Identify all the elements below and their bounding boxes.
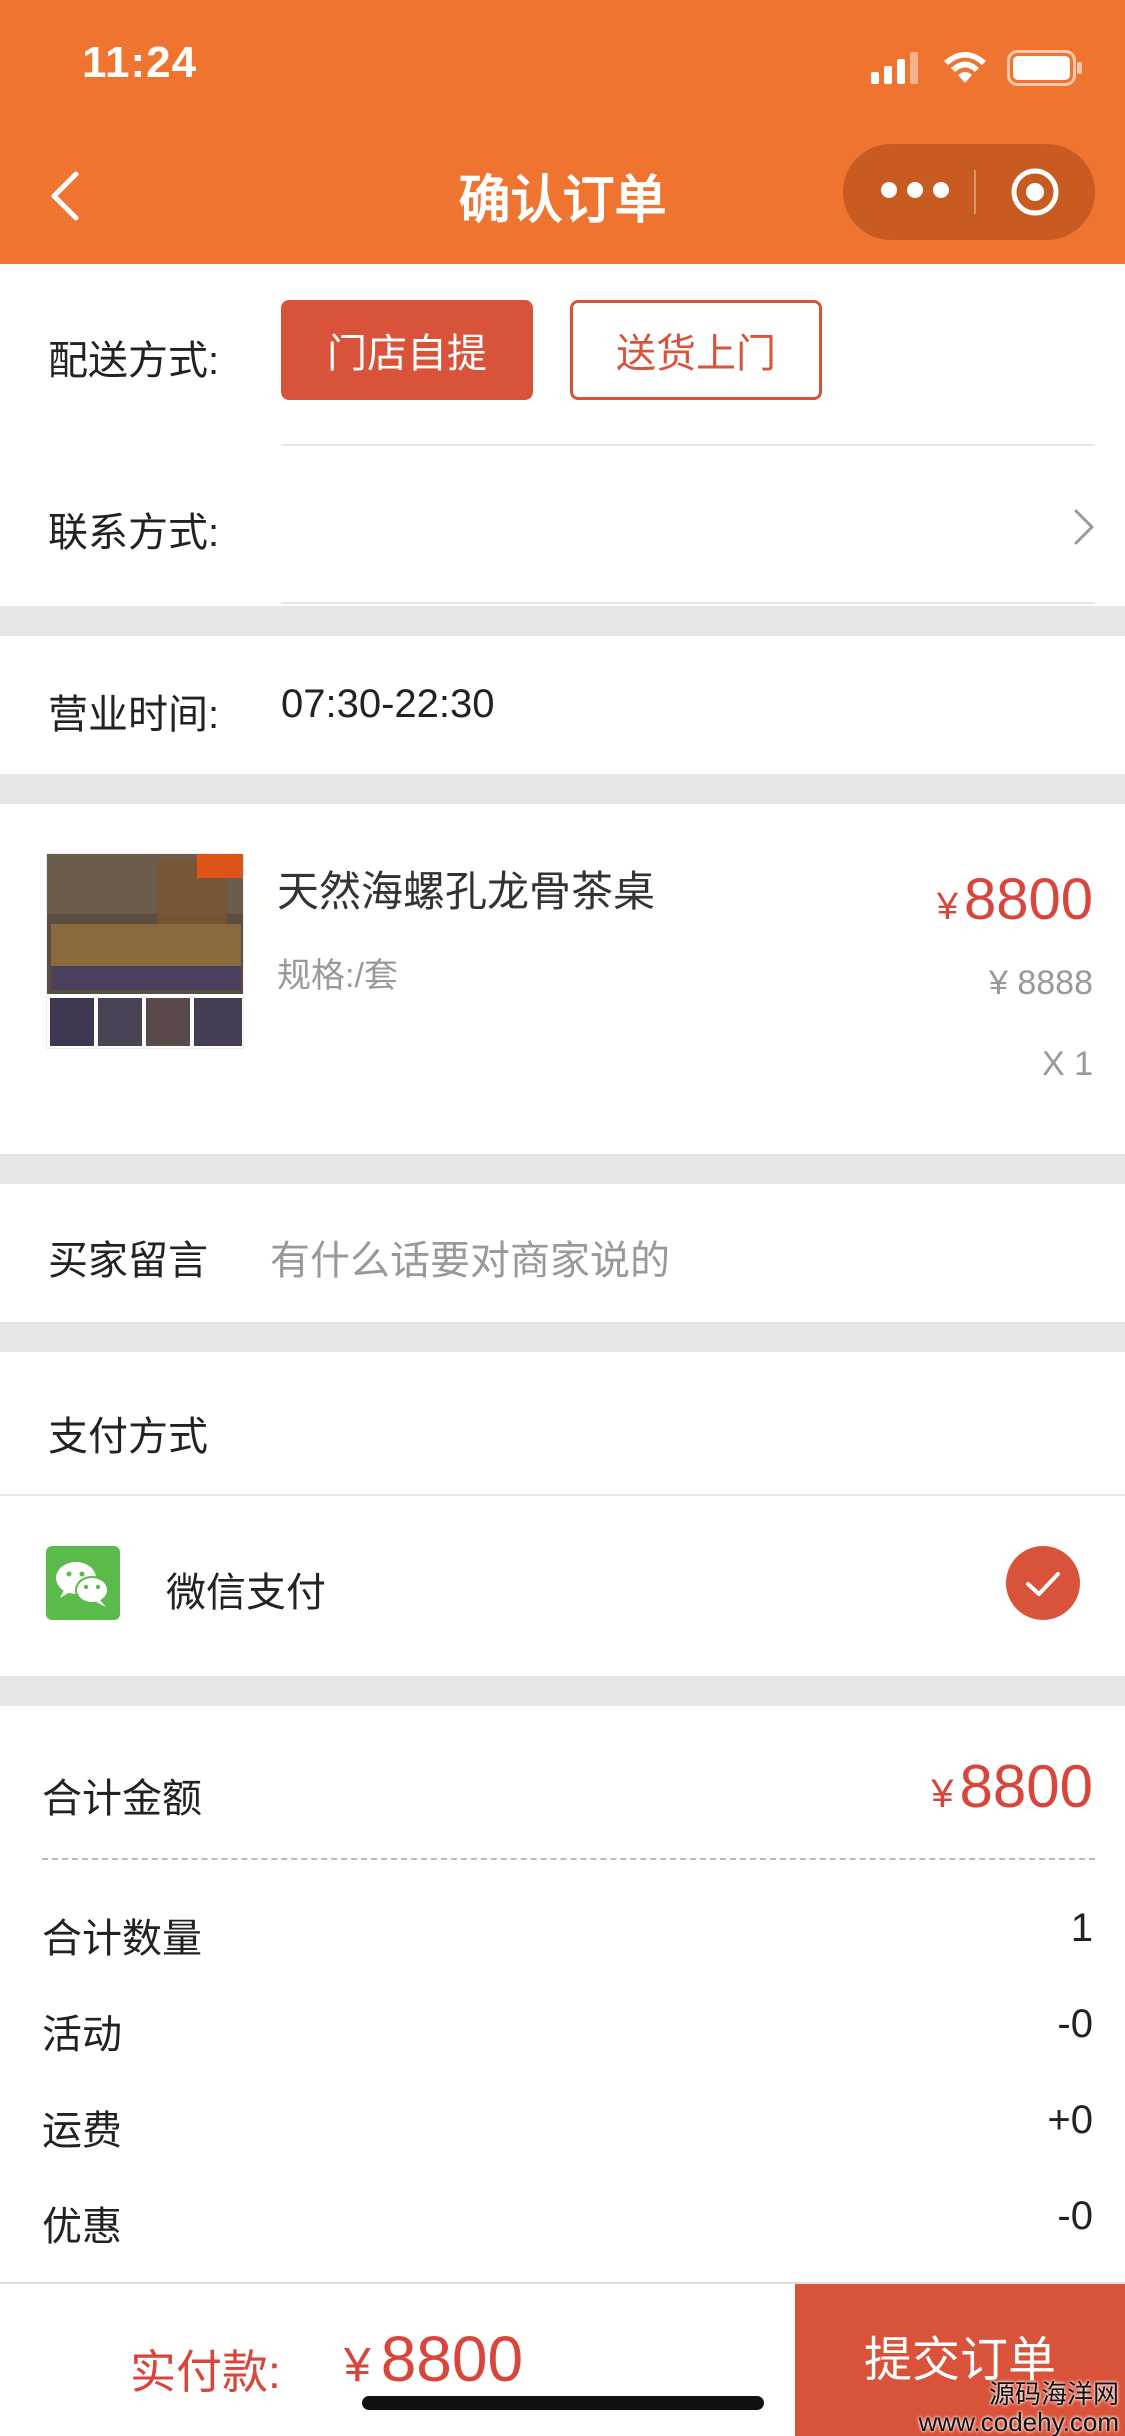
watermark: 源码海洋网 www.codehy.com (919, 2380, 1119, 2436)
total-amount-label: 合计金额 (42, 1777, 202, 1821)
wifi-icon (944, 52, 986, 83)
summary-row-label: 运费 (42, 2109, 122, 2153)
currency-symbol: ¥ (936, 886, 958, 928)
section-gap (0, 774, 1125, 804)
product-price: ¥ 8800 (937, 866, 1093, 933)
actual-payment-label: 实付款: (130, 2346, 281, 2398)
price-value: 8800 (963, 867, 1093, 932)
contact-label: 联系方式: (48, 511, 220, 555)
buyer-message-input[interactable]: 有什么话要对商家说的 (270, 1228, 670, 1286)
home-delivery-option-button[interactable]: 送货上门 (570, 300, 822, 400)
wechat-icon (46, 1546, 120, 1620)
product-name: 天然海螺孔龙骨茶桌 (277, 868, 656, 915)
summary-row-label: 优惠 (42, 2205, 122, 2249)
divider (281, 602, 1095, 604)
buyer-message-label: 买家留言 (48, 1239, 208, 1283)
summary-row-value: 1 (1070, 1906, 1093, 1950)
currency-symbol: ¥ (931, 1772, 954, 1816)
summary-row-label: 合计数量 (42, 1917, 202, 1961)
business-hours-value: 07:30-22:30 (281, 682, 495, 726)
delivery-label: 配送方式: (48, 339, 220, 383)
watermark-line: www.codehy.com (918, 2407, 1119, 2436)
dashed-divider (42, 1858, 1095, 1860)
payment-method-wechat[interactable]: 微信支付 (166, 1560, 326, 1618)
product-quantity: X 1 (1041, 1045, 1093, 1083)
summary-row-value: -0 (1057, 2002, 1093, 2046)
actual-payment-amount: ¥ 8800 (344, 2322, 523, 2396)
close-target-icon[interactable] (1009, 166, 1061, 218)
home-indicator (362, 2396, 764, 2410)
more-icon[interactable] (881, 182, 949, 198)
summary-row-value: +0 (1047, 2098, 1093, 2142)
business-hours-label: 营业时间: (48, 693, 220, 737)
product-spec: 规格:/套 (277, 957, 398, 995)
status-time: 11:24 (82, 38, 198, 87)
chevron-right-icon[interactable] (1072, 505, 1096, 549)
total-amount: ¥ 8800 (931, 1752, 1093, 1821)
battery-icon (1007, 50, 1082, 86)
pickup-option-button[interactable]: 门店自提 (281, 300, 533, 400)
watermark-line: 源码海洋网 (988, 2379, 1119, 2409)
section-gap (0, 1154, 1125, 1184)
section-gap (0, 606, 1125, 636)
actual-payment-value: 8800 (380, 2323, 524, 2395)
payment-section-title: 支付方式 (48, 1415, 208, 1459)
top-bar: 11:24 确认订单 (0, 0, 1125, 264)
mini-program-capsule (843, 144, 1095, 240)
signal-icon (871, 52, 918, 84)
status-icons (871, 48, 1083, 88)
section-gap (0, 1676, 1125, 1706)
product-image[interactable] (46, 853, 244, 1049)
divider (281, 444, 1095, 446)
summary-row-value: -0 (1057, 2194, 1093, 2238)
summary-row-label: 活动 (42, 2013, 122, 2057)
original-price: ¥ 8888 (989, 964, 1093, 1002)
section-gap (0, 1322, 1125, 1352)
currency-symbol: ¥ (344, 2339, 371, 2392)
divider (0, 1494, 1125, 1496)
total-amount-value: 8800 (959, 1753, 1093, 1820)
check-icon[interactable] (1006, 1546, 1080, 1620)
